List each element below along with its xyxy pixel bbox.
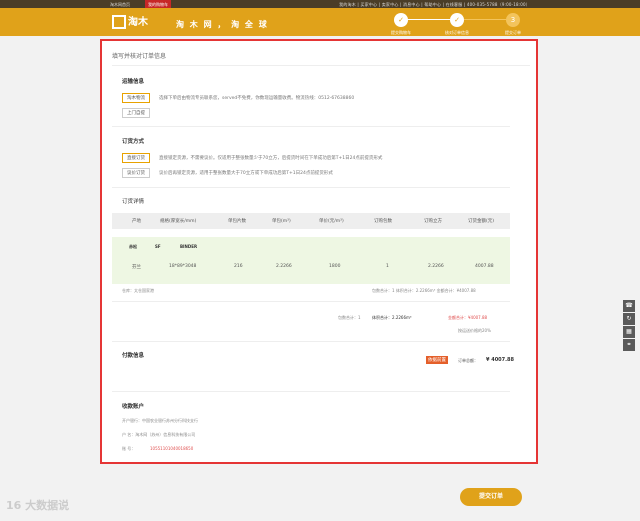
table-header: 产地 规格(厚宽长/mm) 单包片数 单包(m³) 单价(元/m³) 订购包数 …	[112, 213, 510, 229]
shipping-option-pickup[interactable]: 上门自提	[122, 108, 150, 118]
ordering-option-direct[interactable]: 直接订货	[122, 153, 150, 163]
submit-order-button[interactable]: 提交订单	[460, 488, 522, 506]
page-title: 填写并核对订单信息	[112, 51, 530, 66]
cart-link[interactable]: 我的购物车	[145, 0, 171, 8]
payment-method-button[interactable]: 依据前置	[426, 356, 448, 364]
watermark: 16 大数据说	[6, 499, 70, 512]
top-bar: 淘木网首页 我的购物车 我的淘木 | 买家中心 | 卖家中心 | 消息中心 | …	[0, 0, 640, 8]
grand-amount: 金额合计：¥4007.88	[448, 315, 488, 320]
home-link[interactable]: 淘木网首页	[110, 2, 130, 8]
account-number-label: 账 号：	[122, 446, 136, 451]
subtotal: 包数合计：1 体积合计：2.2266m³ 金额合计：¥4007.88	[372, 288, 476, 293]
account-number: 10551101040018650	[150, 446, 194, 451]
step-2-label: 核对订单信息	[445, 30, 469, 35]
warehouse: 仓库：太仓国家港	[122, 288, 154, 293]
step-3-label: 提交订单	[505, 30, 521, 35]
shipping-option-logistics[interactable]: 淘木物流	[122, 93, 150, 103]
detail-title: 订货详情	[122, 199, 145, 205]
phone-icon[interactable]: ☎	[623, 300, 635, 312]
logo-cube-icon	[112, 15, 126, 29]
top-links[interactable]: 我的淘木 | 买家中心 | 卖家中心 | 消息中心 | 帮助中心 | 在线客服 …	[339, 2, 530, 8]
ordering-desc-direct: 直接锁定货源，不需要议价。仅适用于整张数量少于70立方，后提货时间在下单成功后第…	[159, 156, 383, 161]
grand-count: 包数合计：1	[338, 315, 361, 320]
order-form: 填写并核对订单信息 运输信息 淘木物流 上门自提 选择下单后由物流专员联系您，s…	[100, 39, 538, 464]
ordering-desc-negotiate: 议价后再锁定货源，适用于整张数量大于70立方或下单成功后第T+1日24点前提货形…	[159, 171, 333, 176]
shipping-desc: 选择下单后由物流专员联系您，served不免费，你数现运输量收费。物流热线：05…	[159, 96, 355, 101]
shipping-title: 运输信息	[122, 79, 145, 85]
header: 淘木 淘 木 网 ， 淘 全 球 ✓ ✓ 3 提交购物车 核对订单信息 提交订单	[0, 8, 640, 36]
step-2-check-icon: ✓	[450, 13, 464, 27]
step-3-icon: 3	[506, 13, 520, 27]
step-1-label: 提交购物车	[391, 30, 411, 35]
refresh-icon[interactable]: ↻	[623, 313, 635, 325]
note: 按运送价格的20%	[458, 328, 491, 333]
step-1-check-icon: ✓	[394, 13, 408, 27]
payment-title: 付款信息	[122, 353, 145, 359]
qr-icon[interactable]: ▦	[623, 326, 635, 338]
order-total: ¥ 4007.88	[486, 357, 514, 363]
account-title: 收款账户	[122, 404, 145, 410]
slogan: 淘 木 网 ， 淘 全 球	[176, 20, 269, 29]
grand-volume: 体积合计：2.2266m³	[372, 315, 412, 320]
link-icon[interactable]: ⚭	[623, 339, 635, 351]
ordering-option-negotiate[interactable]: 议价订货	[122, 168, 150, 178]
ordering-title: 订货方式	[122, 139, 145, 145]
account-holder: 户 名：淘木网（苏州）信息科技有限公司	[122, 432, 196, 437]
site-logo[interactable]: 淘木	[112, 13, 156, 31]
product-row: 赤松 SF BINDER 芬兰 18*89*3048 216 2.2266 18…	[112, 237, 510, 284]
account-bank: 开户银行：中国农业银行苏州分行科技支行	[122, 418, 198, 423]
order-steps: ✓ ✓ 3 提交购物车 核对订单信息 提交订单	[390, 12, 530, 36]
order-total-label: 订单总额：	[458, 358, 478, 363]
